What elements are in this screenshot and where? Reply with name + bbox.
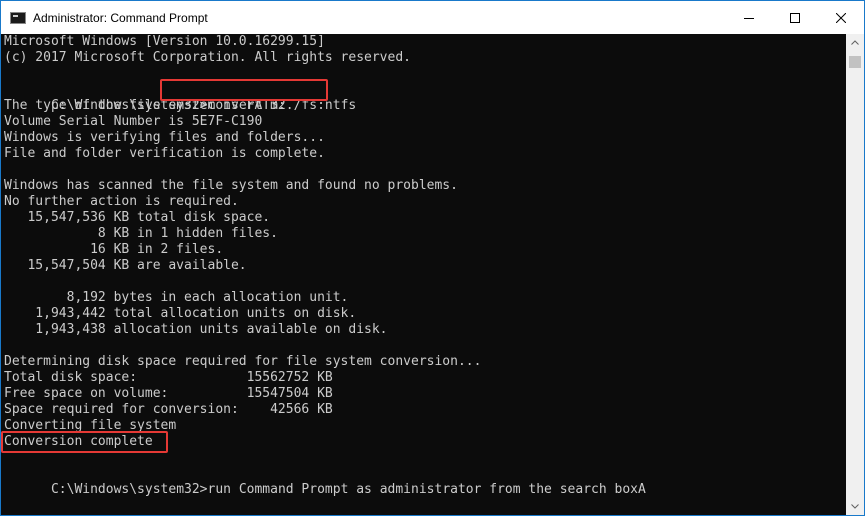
console-line: Volume Serial Number is 5E7F-C190 <box>4 114 263 129</box>
console-line: Windows has scanned the file system and … <box>4 178 458 193</box>
console-line: 15,547,536 KB total disk space. <box>4 210 271 225</box>
window-title: Administrator: Command Prompt <box>33 10 208 25</box>
console-line: Total disk space: 15562752 KB <box>4 370 333 385</box>
title-bar[interactable]: Administrator: Command Prompt <box>1 1 864 34</box>
console-line: Free space on volume: 15547504 KB <box>4 386 333 401</box>
console-output[interactable]: Microsoft Windows [Version 10.0.16299.15… <box>1 34 846 515</box>
maximize-button[interactable] <box>772 1 818 34</box>
close-icon <box>836 12 846 23</box>
vertical-scrollbar[interactable] <box>846 34 864 515</box>
command-highlight-box <box>160 79 328 101</box>
console-line: Windows is verifying files and folders..… <box>4 130 325 145</box>
command-line: C:\Windows\system32>run Command Prompt a… <box>4 466 646 497</box>
console-line: 8 KB in 1 hidden files. <box>4 226 278 241</box>
chevron-down-icon <box>851 504 859 509</box>
console-line: No further action is required. <box>4 194 239 209</box>
maximize-icon <box>790 12 800 23</box>
console-line: 8,192 bytes in each allocation unit. <box>4 290 349 305</box>
prompt-text: C:\Windows\system32> <box>50 482 208 497</box>
scroll-down-button[interactable] <box>846 498 864 515</box>
command-text: run Command Prompt as administrator from… <box>207 482 646 497</box>
close-button[interactable] <box>818 1 864 34</box>
command-prompt-window: Administrator: Command Prompt Microsoft … <box>0 0 865 516</box>
minimize-icon <box>744 17 754 19</box>
console-line: Microsoft Windows [Version 10.0.16299.15… <box>4 34 325 49</box>
conversion-complete-highlight-box <box>1 431 168 453</box>
console-line: File and folder verification is complete… <box>4 146 325 161</box>
console-line: (c) 2017 Microsoft Corporation. All righ… <box>4 50 411 65</box>
console-line: Determining disk space required for file… <box>4 354 482 369</box>
command-prompt-icon <box>10 11 26 24</box>
chevron-up-icon <box>851 40 859 45</box>
console-line: 1,943,438 allocation units available on … <box>4 322 388 337</box>
console-line: 15,547,504 KB are available. <box>4 258 247 273</box>
console-line: 16 KB in 2 files. <box>4 242 224 257</box>
console-line: Space required for conversion: 42566 KB <box>4 402 333 417</box>
scroll-up-button[interactable] <box>846 34 864 51</box>
minimize-button[interactable] <box>726 1 772 34</box>
scroll-thumb[interactable] <box>849 56 861 68</box>
console-line: 1,943,442 total allocation units on disk… <box>4 306 357 321</box>
